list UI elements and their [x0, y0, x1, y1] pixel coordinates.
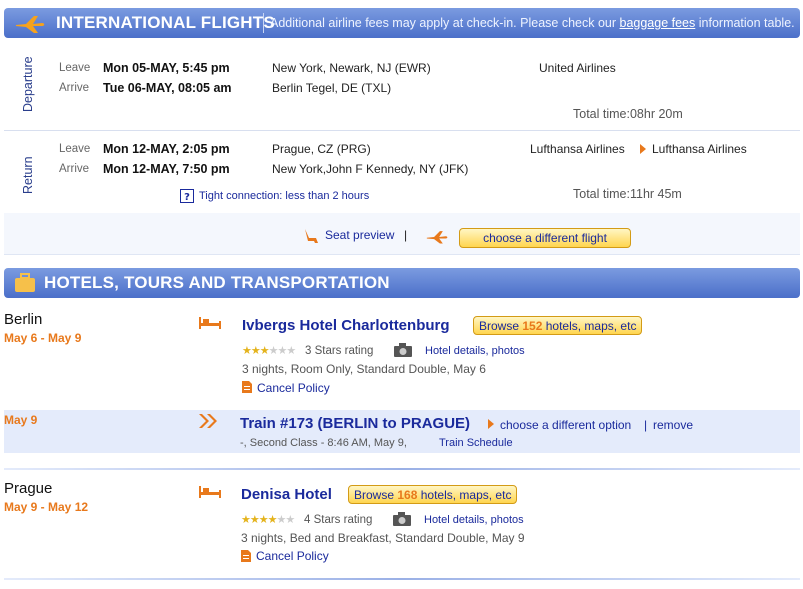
prague-star-rating-icon: ★★★★★★	[241, 514, 295, 526]
departure-leave-datetime: Mon 05-MAY, 5:45 pm	[103, 61, 230, 75]
header-divider	[263, 13, 264, 33]
return-airline-2: Lufthansa Airlines	[652, 142, 747, 156]
train-info: -, Second Class - 8:46 AM, May 9,	[240, 437, 407, 449]
browse-count: 168	[397, 488, 418, 502]
fees-note: Additional airline fees may apply at che…	[270, 16, 795, 30]
departure-total-time: Total time:08hr 20m	[573, 107, 683, 121]
fast-forward-icon	[199, 414, 217, 428]
help-icon[interactable]: ?	[180, 189, 194, 203]
prague-hotel-name[interactable]: Denisa Hotel	[241, 486, 332, 503]
suitcase-icon	[15, 273, 35, 292]
return-destination: New York,John F Kennedy, NY (JFK)	[272, 162, 469, 176]
return-airline-1: Lufthansa Airlines	[530, 142, 625, 156]
arrow-right-icon	[488, 419, 494, 429]
svg-text:?: ?	[184, 192, 190, 203]
section-divider-bottom	[4, 578, 800, 580]
berlin-browse-button[interactable]: Browse 152 hotels, maps, etc	[473, 316, 643, 335]
choose-different-flight-button[interactable]: choose a different flight	[459, 228, 631, 248]
document-icon	[242, 381, 252, 393]
departure-airline: United Airlines	[539, 61, 616, 75]
browse-label: Browse	[354, 488, 395, 502]
choose-different-option-link[interactable]: choose a different option	[500, 418, 631, 432]
flight-actions-panel	[4, 213, 800, 255]
berlin-rating-text: 3 Stars rating	[305, 345, 374, 357]
berlin-hotel-name[interactable]: Ivbergs Hotel Charlottenburg	[242, 317, 450, 334]
airplane-small-icon	[426, 231, 448, 244]
connection-arrow-icon	[640, 144, 646, 154]
flights-title: INTERNATIONAL FLIGHTS	[56, 13, 275, 32]
departure-arrive-datetime: Tue 06-MAY, 08:05 am	[103, 81, 232, 95]
berlin-city: Berlin	[4, 311, 43, 328]
return-total-time: Total time:11hr 45m	[573, 187, 682, 201]
baggage-fees-link[interactable]: baggage fees	[620, 16, 696, 30]
browse-suffix: hotels, maps, etc	[420, 488, 512, 502]
return-leave-datetime: Mon 12-MAY, 2:05 pm	[103, 142, 230, 156]
departure-destination: Berlin Tegel, DE (TXL)	[272, 81, 392, 95]
browse-label: Browse	[479, 319, 520, 333]
berlin-dates: May 6 - May 9	[4, 331, 82, 345]
prague-city: Prague	[4, 480, 53, 497]
departure-origin: New York, Newark, NJ (EWR)	[272, 61, 431, 75]
return-origin: Prague, CZ (PRG)	[272, 142, 371, 156]
train-date: May 9	[4, 413, 38, 427]
berlin-star-rating-icon: ★★★★★★	[242, 345, 296, 357]
return-leave-label: Leave	[59, 143, 91, 155]
train-title[interactable]: Train #173 (BERLIN to PRAGUE)	[240, 415, 470, 432]
browse-suffix: hotels, maps, etc	[545, 319, 637, 333]
flights-header: INTERNATIONAL FLIGHTS Additional airline…	[4, 8, 800, 38]
train-schedule-link[interactable]: Train Schedule	[439, 437, 513, 449]
return-arrive-datetime: Mon 12-MAY, 7:50 pm	[103, 162, 230, 176]
bed-icon	[199, 317, 221, 329]
document-icon	[241, 550, 251, 562]
seat-icon	[305, 229, 318, 243]
berlin-cancel-policy-link[interactable]: Cancel Policy	[257, 381, 330, 395]
hotels-title: HOTELS, TOURS AND TRANSPORTATION	[44, 273, 390, 292]
prague-stay-info: 3 nights, Bed and Breakfast, Standard Do…	[241, 531, 525, 545]
berlin-stay-info: 3 nights, Room Only, Standard Double, Ma…	[242, 362, 486, 376]
departure-arrive-label: Arrive	[59, 82, 90, 94]
hotels-header: HOTELS, TOURS AND TRANSPORTATION	[4, 268, 800, 298]
seat-preview-link[interactable]: Seat preview	[325, 228, 394, 242]
prague-dates: May 9 - May 12	[4, 500, 89, 514]
prague-hotel-details-link[interactable]: Hotel details, photos	[424, 514, 524, 526]
departure-leave-label: Leave	[59, 62, 91, 74]
flight-divider	[4, 130, 800, 131]
prague-browse-button[interactable]: Browse 168 hotels, maps, etc	[348, 485, 518, 504]
airplane-icon	[16, 16, 45, 33]
camera-icon	[394, 343, 412, 357]
return-arrive-label: Arrive	[59, 163, 90, 175]
bed-icon	[199, 486, 221, 498]
camera-icon	[393, 512, 411, 526]
fees-note-suffix: information table.	[698, 16, 795, 30]
prague-cancel-policy-link[interactable]: Cancel Policy	[256, 549, 329, 563]
fees-note-text: Additional airline fees may apply at che…	[270, 16, 617, 30]
departure-label: Departure	[21, 56, 35, 112]
remove-train-link[interactable]: remove	[653, 418, 693, 432]
return-label: Return	[21, 156, 35, 194]
tight-connection-link[interactable]: Tight connection: less than 2 hours	[199, 190, 369, 202]
prague-rating-text: 4 Stars rating	[304, 514, 373, 526]
section-divider	[4, 468, 800, 470]
browse-count: 152	[522, 319, 543, 333]
berlin-hotel-details-link[interactable]: Hotel details, photos	[425, 345, 525, 357]
train-separator: |	[644, 418, 648, 432]
actions-separator: |	[404, 228, 408, 242]
